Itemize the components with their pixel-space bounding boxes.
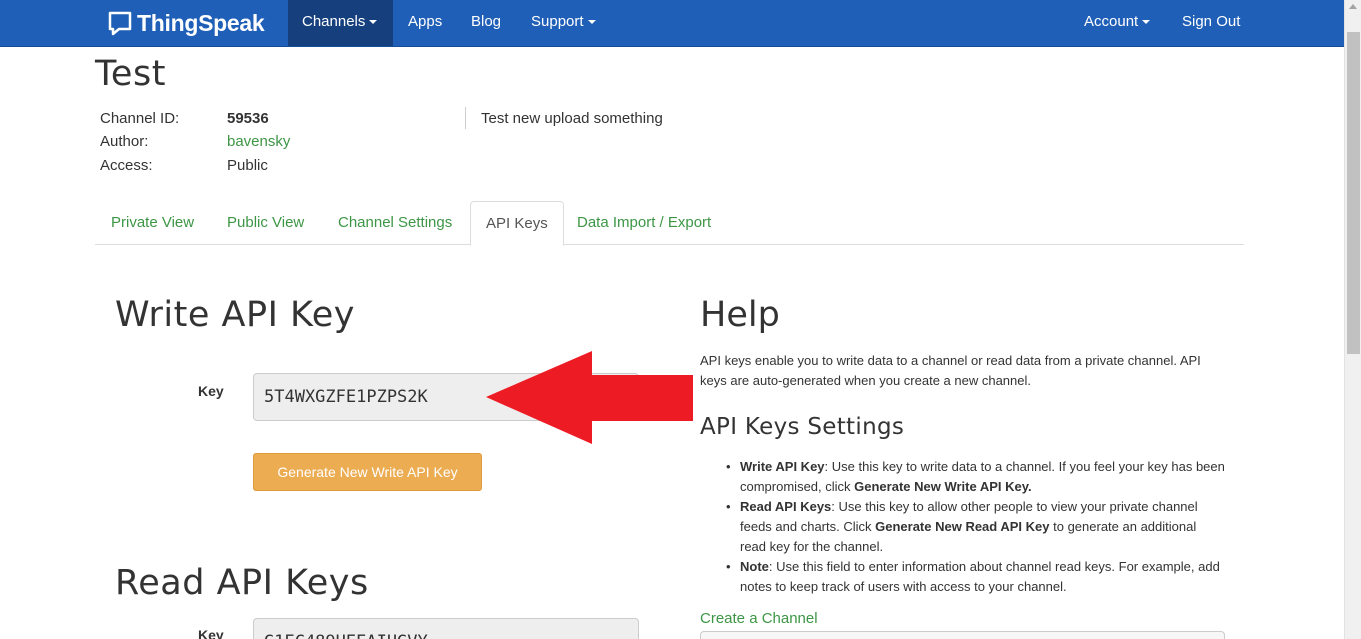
- nav-blog[interactable]: Blog: [457, 0, 515, 46]
- nav-support-label: Support: [531, 13, 584, 30]
- channel-id-value: 59536: [227, 110, 269, 127]
- vertical-scrollbar[interactable]: [1344, 0, 1361, 639]
- top-navbar: ThingSpeak Channels Apps Blog Support Ac…: [0, 0, 1344, 47]
- tab-private-view[interactable]: Private View: [96, 201, 209, 245]
- scrollbar-thumb[interactable]: [1347, 32, 1360, 354]
- nav-sign-out[interactable]: Sign Out: [1168, 0, 1254, 46]
- nav-account[interactable]: Account: [1070, 0, 1164, 46]
- tab-api-keys[interactable]: API Keys: [470, 201, 564, 246]
- brand-name: ThingSpeak: [137, 9, 265, 36]
- author-label: Author:: [100, 133, 149, 150]
- help-list: Write API Key: Use this key to write dat…: [726, 457, 1225, 597]
- nav-apps-label: Apps: [408, 13, 443, 30]
- tab-public-view[interactable]: Public View: [212, 201, 319, 245]
- speech-bubble-icon: [108, 11, 132, 36]
- tab-data-import-export[interactable]: Data Import / Export: [562, 201, 726, 245]
- read-api-keys-heading: Read API Keys: [115, 563, 369, 603]
- write-api-key-heading: Write API Key: [115, 295, 355, 335]
- list-item: Write API Key: Use this key to write dat…: [726, 457, 1225, 497]
- help-intro: API keys enable you to write data to a c…: [700, 353, 1201, 388]
- tab-channel-settings[interactable]: Channel Settings: [323, 201, 467, 245]
- list-item: Read API Keys: Use this key to allow oth…: [726, 497, 1225, 557]
- nav-account-label: Account: [1084, 13, 1139, 30]
- caret-down-icon: [1142, 20, 1151, 25]
- create-channel-link[interactable]: Create a Channel: [700, 610, 818, 627]
- api-keys-settings-heading: API Keys Settings: [700, 414, 905, 440]
- nav-blog-label: Blog: [471, 13, 502, 30]
- channel-description: Test new upload something: [481, 110, 663, 127]
- access-label: Access:: [100, 157, 153, 174]
- help-term: Write API Key: [740, 459, 825, 474]
- scroll-up-arrow-icon[interactable]: [1349, 4, 1357, 9]
- create-channel-box: [700, 631, 1225, 639]
- list-item: Note: Use this field to enter informatio…: [726, 557, 1225, 597]
- channel-id-label: Channel ID:: [100, 110, 180, 127]
- nav-apps[interactable]: Apps: [394, 0, 456, 46]
- author-link[interactable]: bavensky: [227, 133, 290, 150]
- help-term: Note: [740, 559, 769, 574]
- nav-sign-out-label: Sign Out: [1182, 13, 1241, 30]
- help-emph: Generate New Read API Key: [875, 519, 1050, 534]
- help-emph: Generate New Write API Key.: [854, 479, 1032, 494]
- help-text: : Use this field to enter information ab…: [740, 559, 1220, 594]
- caret-down-icon: [587, 20, 596, 25]
- caret-down-icon: [369, 20, 378, 25]
- help-term: Read API Keys: [740, 499, 832, 514]
- read-key-label: Key: [198, 627, 224, 639]
- nav-channels[interactable]: Channels: [288, 0, 393, 46]
- page-title: Test: [95, 54, 166, 94]
- brand-logo[interactable]: ThingSpeak: [107, 8, 265, 38]
- description-divider: [465, 107, 466, 129]
- help-heading: Help: [700, 295, 780, 335]
- write-key-label: Key: [198, 383, 224, 399]
- generate-write-key-button[interactable]: Generate New Write API Key: [253, 453, 482, 491]
- red-arrow-icon: [486, 351, 693, 444]
- access-value: Public: [227, 157, 268, 174]
- nav-channels-label: Channels: [302, 13, 366, 30]
- nav-support[interactable]: Support: [517, 0, 610, 46]
- read-api-key-field[interactable]: G1EC489HEEAIUGVY: [253, 618, 639, 639]
